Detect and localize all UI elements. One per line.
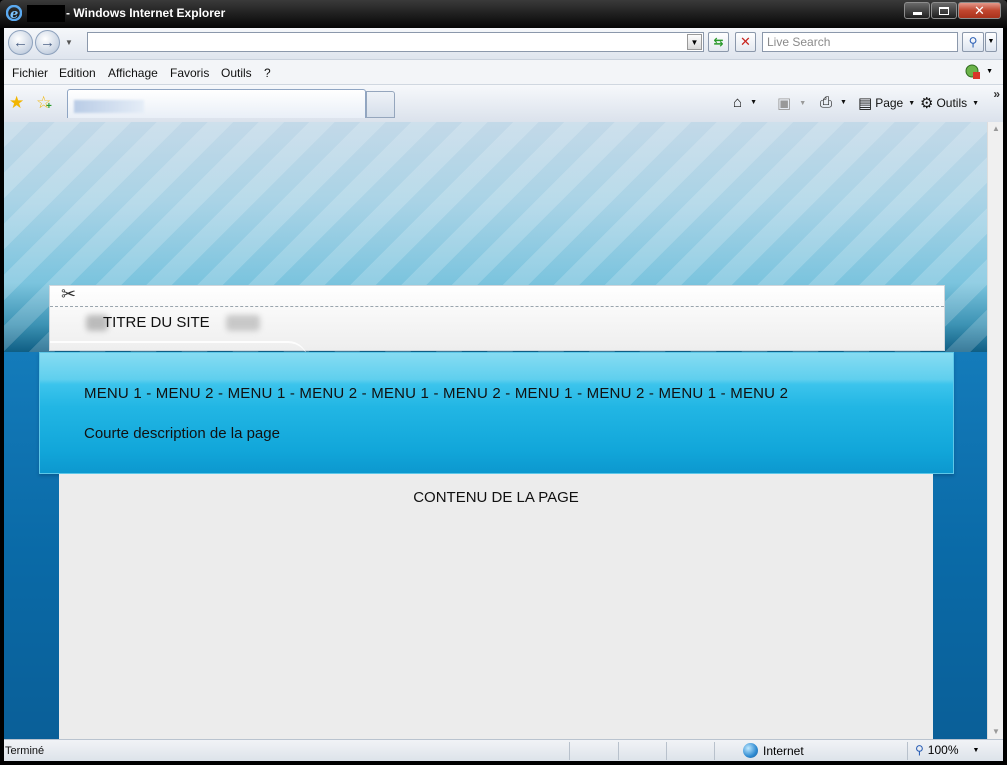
minimize-icon: [912, 12, 922, 15]
chevron-down-icon: ▼: [840, 99, 847, 106]
address-row: ← → ▼ ▼ ⇆ ✕ ⚲ ▼: [4, 28, 1003, 60]
forward-arrow-icon: →: [40, 34, 55, 51]
browser-chrome: ← → ▼ ▼ ⇆ ✕ ⚲ ▼ Fichier Edition Affichag…: [4, 28, 1003, 122]
toolbar-overflow-icon[interactable]: »: [993, 87, 1000, 101]
site-header: ✂ TITRE DU SITE: [49, 284, 945, 351]
zone-label: Internet: [763, 743, 804, 758]
status-separator: [907, 742, 908, 760]
new-tab-button[interactable]: [366, 91, 395, 118]
maximize-button[interactable]: [931, 2, 957, 19]
tab-bar: ★ ☆ + ⌂ ▼ ▣ ▼ ⎙ ▼ ▤ Page ▼ ⚙ Outils ▼ »: [4, 85, 1003, 122]
refresh-icon: ⇆: [713, 35, 724, 49]
status-separator: [569, 742, 570, 760]
feeds-button[interactable]: ▣ ▼: [777, 94, 806, 112]
close-window-button[interactable]: ✕: [958, 2, 1001, 19]
back-arrow-icon: ←: [13, 34, 28, 51]
scissors-icon: ✂: [61, 284, 77, 304]
translate-globe-icon[interactable]: [965, 64, 981, 80]
chevron-down-icon: ▼: [908, 99, 916, 107]
status-bar: Terminé Internet ⚲ 100% ▼: [4, 739, 1003, 761]
navigation-band: MENU 1 - MENU 2 - MENU 1 - MENU 2 - MENU…: [39, 352, 954, 474]
site-title: TITRE DU SITE: [103, 314, 210, 331]
back-button[interactable]: ←: [8, 30, 33, 55]
redacted-logo-right: [226, 315, 260, 331]
redacted-tab-title: [74, 100, 144, 113]
chevron-down-icon: ▼: [972, 99, 980, 107]
favorites-star-icon[interactable]: ★: [9, 93, 24, 113]
recent-pages-dropdown-icon[interactable]: ▼: [65, 38, 73, 47]
search-icon: ⚲: [968, 35, 978, 49]
navigation-menu[interactable]: MENU 1 - MENU 2 - MENU 1 - MENU 2 - MENU…: [84, 385, 788, 402]
scroll-up-icon[interactable]: ▲: [992, 124, 1000, 133]
close-icon: ✕: [974, 3, 985, 18]
zoom-control[interactable]: ⚲ 100% ▼: [915, 743, 979, 757]
menu-outils[interactable]: Outils: [221, 66, 252, 80]
stop-icon: ✕: [740, 34, 751, 49]
page-icon: ▤: [858, 95, 873, 112]
content-area: CONTENU DE LA PAGE: [59, 474, 933, 739]
chevron-down-icon: ▼: [972, 746, 980, 754]
menu-favoris[interactable]: Favoris: [170, 66, 209, 80]
svg-text:e: e: [10, 7, 18, 21]
menu-help[interactable]: ?: [264, 66, 271, 80]
tools-menu-label: Outils: [936, 96, 968, 110]
status-separator: [618, 742, 619, 760]
status-separator: [666, 742, 667, 760]
menu-affichage[interactable]: Affichage: [108, 66, 158, 80]
printer-icon: ⎙: [820, 94, 833, 111]
page-description: Courte description de la page: [84, 425, 280, 442]
refresh-button[interactable]: ⇆: [708, 32, 729, 52]
menu-bar: Fichier Edition Affichage Favoris Outils…: [4, 60, 1003, 85]
zoom-level: 100%: [927, 743, 959, 757]
tab-current[interactable]: [67, 89, 366, 118]
search-input[interactable]: [762, 32, 958, 52]
redacted-title-block: [27, 5, 65, 22]
page-menu-label: Page: [875, 96, 904, 110]
window-controls: ✕: [903, 2, 1001, 19]
menu-fichier[interactable]: Fichier: [12, 66, 48, 80]
vertical-scrollbar[interactable]: ▲ ▼: [987, 122, 1003, 739]
chevron-down-icon[interactable]: ▼: [986, 68, 993, 75]
dashed-divider: [50, 306, 944, 307]
home-button[interactable]: ⌂ ▼: [733, 94, 757, 111]
rss-feed-icon: ▣: [777, 95, 792, 112]
ie-logo-icon: e: [6, 5, 22, 21]
page-menu-button[interactable]: ▤ Page ▼: [858, 94, 915, 112]
print-button[interactable]: ⎙ ▼: [820, 94, 847, 111]
forward-button[interactable]: →: [35, 30, 60, 55]
title-bar: e - Windows Internet Explorer ✕: [0, 0, 1007, 28]
tools-menu-button[interactable]: ⚙ Outils ▼: [920, 94, 979, 112]
status-separator: [714, 742, 715, 760]
scroll-down-icon[interactable]: ▼: [992, 727, 1000, 736]
page-content: CONTENU DE LA PAGE: [413, 489, 579, 506]
address-field[interactable]: ▼: [87, 32, 704, 52]
status-text: Terminé: [5, 745, 45, 757]
security-zone[interactable]: Internet: [743, 743, 804, 758]
internet-globe-icon: [743, 743, 758, 758]
page-viewport: ✂ TITRE DU SITE MENU 1 - MENU 2 - MENU 1…: [4, 122, 987, 739]
maximize-icon: [939, 6, 949, 15]
minimize-button[interactable]: [904, 2, 930, 19]
address-dropdown-button[interactable]: ▼: [687, 34, 702, 50]
home-icon: ⌂: [733, 94, 743, 111]
zoom-magnifier-icon: ⚲: [915, 743, 924, 757]
chevron-down-icon: ▼: [750, 99, 757, 106]
window-title: - Windows Internet Explorer: [66, 6, 226, 20]
stop-button[interactable]: ✕: [735, 32, 756, 52]
chevron-down-icon: ▼: [799, 99, 807, 107]
add-plus-icon: +: [46, 101, 52, 112]
search-button[interactable]: ⚲: [962, 32, 984, 52]
menu-edition[interactable]: Edition: [59, 66, 96, 80]
gear-icon: ⚙: [920, 95, 934, 112]
search-options-dropdown[interactable]: ▼: [985, 32, 997, 52]
